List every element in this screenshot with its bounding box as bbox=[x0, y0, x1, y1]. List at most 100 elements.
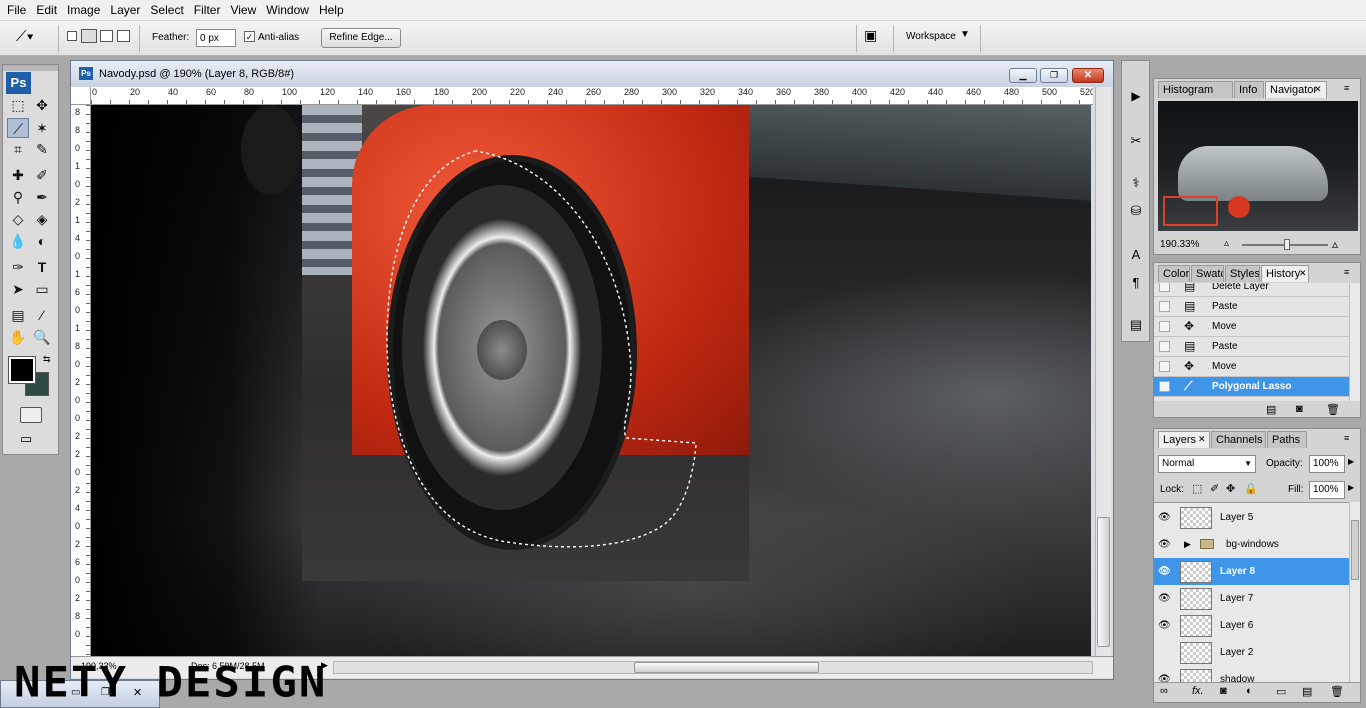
menu-view[interactable]: View bbox=[225, 0, 261, 21]
selection-marquee[interactable] bbox=[91, 105, 1091, 656]
tab-histogram[interactable]: Histogram bbox=[1158, 81, 1233, 98]
character-panel-icon[interactable]: A bbox=[1126, 247, 1146, 265]
zoom-in-icon[interactable]: ▵ bbox=[1332, 237, 1338, 251]
menu-layer[interactable]: Layer bbox=[105, 0, 145, 21]
snapshot-icon[interactable]: ◙ bbox=[1296, 403, 1303, 415]
eyedropper-icon[interactable]: ⁄ bbox=[31, 305, 53, 325]
history-item[interactable]: ✥ Move bbox=[1154, 357, 1349, 377]
polygonal-lasso-tool-icon[interactable]: ⟋ bbox=[7, 118, 29, 138]
paragraph-panel-icon[interactable]: ¶ bbox=[1126, 275, 1146, 293]
image-canvas[interactable] bbox=[91, 105, 1091, 656]
menu-edit[interactable]: Edit bbox=[31, 0, 62, 21]
subtract-selection-icon[interactable] bbox=[100, 30, 113, 42]
layer-style-icon[interactable]: fx. bbox=[1192, 685, 1204, 697]
tab-channels[interactable]: Channels bbox=[1211, 431, 1266, 448]
tool-presets-icon[interactable]: ✂ bbox=[1126, 133, 1146, 151]
tab-paths[interactable]: Paths bbox=[1267, 431, 1307, 448]
actions-panel-icon[interactable]: ▶ bbox=[1126, 89, 1146, 107]
path-selection-icon[interactable]: ➤ bbox=[7, 279, 29, 299]
add-to-selection-icon[interactable] bbox=[81, 29, 97, 43]
move-tool-icon[interactable]: ✥ bbox=[31, 95, 53, 115]
layers-scroll-thumb[interactable] bbox=[1351, 520, 1359, 580]
fill-input[interactable]: 100% bbox=[1309, 481, 1345, 499]
layer-row[interactable]: 👁 Layer 6 bbox=[1154, 612, 1349, 640]
lock-position-icon[interactable]: ✥ bbox=[1226, 482, 1235, 495]
horizontal-scroll-thumb[interactable] bbox=[634, 662, 819, 673]
new-selection-icon[interactable] bbox=[67, 31, 77, 41]
minimize-button[interactable]: ▁ bbox=[1009, 68, 1037, 83]
history-brush-icon[interactable]: ✒ bbox=[31, 187, 53, 207]
layer-row[interactable]: 👁 shadow bbox=[1154, 666, 1349, 682]
layer-row[interactable]: Layer 2 bbox=[1154, 639, 1349, 667]
menu-help[interactable]: Help bbox=[314, 0, 349, 21]
new-group-icon[interactable]: ▭ bbox=[1276, 685, 1286, 698]
new-document-from-state-icon[interactable]: ▤ bbox=[1266, 403, 1276, 416]
clone-source-icon[interactable]: ⛁ bbox=[1126, 203, 1146, 221]
history-item[interactable]: ▤ Paste bbox=[1154, 337, 1349, 357]
vertical-scrollbar[interactable] bbox=[1095, 87, 1111, 656]
polygonal-lasso-preset-icon[interactable]: ⟋▾ bbox=[16, 28, 46, 48]
brush-tool-icon[interactable]: ✐ bbox=[31, 165, 53, 185]
menu-select[interactable]: Select bbox=[145, 0, 188, 21]
tab-info[interactable]: Info bbox=[1234, 81, 1264, 98]
lock-transparency-icon[interactable]: ⬚ bbox=[1192, 482, 1202, 495]
layers-scrollbar[interactable] bbox=[1349, 502, 1360, 682]
layer-row[interactable]: 👁 ▶ bg-windows bbox=[1154, 531, 1349, 559]
navigator-view-box[interactable] bbox=[1163, 196, 1218, 226]
layer-row[interactable]: 👁 Layer 5 bbox=[1154, 504, 1349, 532]
history-source-checkbox[interactable] bbox=[1159, 341, 1170, 352]
layer-mask-icon[interactable]: ◙ bbox=[1220, 685, 1227, 697]
eraser-tool-icon[interactable]: ◇ bbox=[7, 209, 29, 229]
navigator-thumbnail[interactable] bbox=[1158, 101, 1358, 231]
crop-tool-icon[interactable]: ⌗ bbox=[7, 139, 29, 159]
zoom-tool-icon[interactable]: 🔍 bbox=[31, 327, 53, 347]
panel-menu-icon[interactable]: ≡ bbox=[1344, 433, 1349, 443]
history-source-checkbox[interactable] bbox=[1159, 321, 1170, 332]
quick-mask-icon[interactable] bbox=[20, 407, 42, 423]
refine-edge-button[interactable]: Refine Edge... bbox=[321, 28, 401, 48]
pen-tool-icon[interactable]: ✑ bbox=[7, 257, 29, 277]
dodge-tool-icon[interactable]: ◐ bbox=[31, 231, 53, 251]
opacity-dropdown-icon[interactable]: ▶ bbox=[1348, 457, 1354, 466]
history-scrollbar[interactable] bbox=[1349, 283, 1360, 401]
history-source-checkbox[interactable] bbox=[1159, 381, 1170, 392]
slice-tool-icon[interactable]: ✎ bbox=[31, 139, 53, 159]
tab-color[interactable]: Color bbox=[1158, 265, 1190, 282]
healing-brush-icon[interactable]: ✚ bbox=[7, 165, 29, 185]
history-source-checkbox[interactable] bbox=[1159, 361, 1170, 372]
visibility-eye-icon[interactable]: 👁 bbox=[1158, 620, 1171, 632]
panel-menu-icon[interactable]: ≡ bbox=[1344, 83, 1349, 93]
visibility-eye-icon[interactable]: 👁 bbox=[1158, 539, 1171, 551]
vertical-scroll-thumb[interactable] bbox=[1097, 517, 1110, 647]
foreground-color-swatch[interactable] bbox=[8, 356, 36, 384]
ruler-vertical[interactable]: 8 8 0 1 0 2 1 4 0 1 6 0 1 8 0 2 0 0 2 2 0 2 4 0 2 6 0 2 8 0 bbox=[71, 105, 91, 656]
clone-stamp-icon[interactable]: ⚲ bbox=[7, 187, 29, 207]
zoom-out-icon[interactable]: ▵ bbox=[1224, 238, 1229, 249]
blend-mode-select[interactable]: Normal ▼ bbox=[1158, 455, 1256, 473]
tab-swatches[interactable]: Swatc bbox=[1191, 265, 1224, 282]
menu-filter[interactable]: Filter bbox=[189, 0, 226, 21]
close-tab-icon[interactable]: ✕ bbox=[1198, 434, 1206, 445]
layer-row[interactable]: 👁 Layer 8 bbox=[1154, 558, 1349, 586]
swap-colors-icon[interactable]: ⇆ bbox=[43, 354, 51, 365]
horizontal-scrollbar[interactable] bbox=[333, 661, 1093, 674]
layer-comps-icon[interactable]: ▤ bbox=[1126, 317, 1146, 335]
visibility-eye-icon[interactable]: 👁 bbox=[1158, 593, 1171, 605]
menu-image[interactable]: Image bbox=[62, 0, 105, 21]
menu-file[interactable]: File bbox=[2, 0, 31, 21]
type-tool-icon[interactable]: T bbox=[31, 257, 53, 277]
history-item[interactable]: ▤ Paste bbox=[1154, 297, 1349, 317]
tab-styles[interactable]: Styles bbox=[1225, 265, 1260, 282]
link-layers-icon[interactable]: ∞ bbox=[1160, 685, 1168, 697]
feather-input[interactable] bbox=[196, 29, 236, 47]
visibility-eye-icon[interactable]: 👁 bbox=[1158, 512, 1171, 524]
paint-bucket-icon[interactable]: ◈ bbox=[31, 209, 53, 229]
navigator-zoom[interactable]: 190.33% bbox=[1160, 239, 1199, 250]
notes-tool-icon[interactable]: ▤ bbox=[7, 305, 29, 325]
lock-image-icon[interactable]: ✐ bbox=[1210, 482, 1219, 495]
delete-layer-icon[interactable]: 🗑 bbox=[1330, 685, 1344, 698]
opacity-input[interactable]: 100% bbox=[1309, 455, 1345, 473]
brushes-panel-icon[interactable]: ⚕ bbox=[1126, 175, 1146, 193]
magic-wand-tool-icon[interactable]: ✶ bbox=[31, 118, 53, 138]
visibility-eye-icon[interactable]: 👁 bbox=[1158, 674, 1171, 682]
